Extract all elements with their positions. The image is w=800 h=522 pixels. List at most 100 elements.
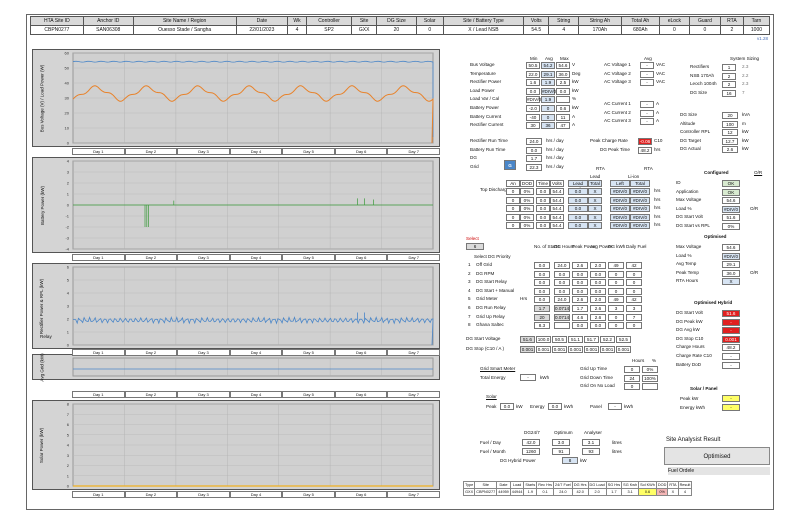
stats-unit: % [572,96,577,102]
day-label: Day 1 [72,148,125,155]
discharge-cell: 0.0 [568,222,588,230]
stats-value: 11 [556,113,570,121]
peak-charge-unit: C10 [654,138,663,143]
configured-value: 0% [722,223,740,230]
discharge-unit: hrs [654,222,661,228]
header-value: 0 [415,25,444,35]
optimised-label: Load % [676,252,692,258]
dg-priority-cell: 0.0 [554,279,570,287]
discharge-col-header: Total [588,180,602,187]
discharge-cell: #DIV/0 [610,188,630,195]
solar-power-panel: Solar Power (kW) 8 7 6 5 4 3 2 1 0 [32,400,440,490]
dg-stop-cell: 0.001 [520,346,535,353]
discharge-cell: X [588,188,602,195]
hybrid-value: 48.2 [722,344,740,352]
run-time-unit: hrs / day [546,138,564,143]
dg-priority-cell: 0.0 [572,287,588,295]
stats-value: -40 [526,113,540,121]
relay-side-label: Relay [40,334,52,339]
stats-value: #DIV/0 [526,96,542,104]
discharge-col-header: DOD [520,180,534,187]
ac-label: AC Voltage 2 [604,70,631,76]
solar-power-ytick: 4 [67,443,70,448]
solar-power-ytick: 8 [67,402,70,407]
dg-unit: kW [742,129,749,135]
dg-priority-cell: 0.0 [554,270,570,278]
discharge-cell: 0.0 [568,213,588,221]
grid-pct [642,383,658,391]
discharge-cell: 0 [506,213,520,221]
bus-voltage-panel: Bus Voltage (V) / Load Power (W) 60 50 40 3… [32,49,440,147]
grid-pct: 100% [642,374,658,382]
configured-label: ID [676,180,681,185]
battery-power-ytick: -4 [65,247,69,252]
dg-priority-cell: 4.6 [572,313,588,321]
day-label: Day 4 [229,148,283,155]
stats-value: 0 [541,113,555,121]
battery-power-ytick: -1 [65,214,69,219]
stats-value: 36 [541,122,555,130]
dg-start-voltage-cell: 50.5 [552,336,567,343]
dg-stop-cell: 0.001 [584,346,599,353]
day-label: Day 6 [334,148,388,155]
dg-hybrid-unit: kW [580,458,587,463]
solar-panel-label: Panel [590,404,602,409]
dg-priority-label: DG RPM [476,270,495,276]
configured-label: DG Start Volt [676,214,703,220]
discharge-cell: 0 [506,188,520,195]
dg-unit: kW [742,137,749,143]
discharge-col-header: Total [630,180,650,187]
stats-value: #DIV/0 [541,87,557,95]
optimised-value: #DIV/0 [722,252,740,260]
google-icon: G [504,160,516,170]
optimised-label: Avg Temp [676,261,697,267]
discharge-cell: 54.4 [550,213,564,221]
dg-unit: kW [742,146,749,152]
dg-priority-cell: 0 [626,322,642,330]
footer-col-header: Type [462,481,476,489]
solar-power-ytick: 1 [67,473,70,478]
day-label: Day 1 [72,349,125,356]
footer-col-header: DG Load [587,481,607,489]
dg-stop-cell: 0.001 [552,346,567,353]
ac-value: - [640,101,654,108]
discharge-cell: 0.0 [568,188,588,195]
day-label: Day 2 [124,254,178,261]
solar-panel-title: Solar / Panel [690,386,718,391]
footer-value: 0.6 [638,488,657,496]
dg-label: DG Size [680,112,698,117]
configured-tag: O/R [754,170,763,175]
header-label: Guard [688,16,721,26]
day-label: Day 5 [282,349,335,356]
discharge-cell: 54.4 [550,196,564,204]
hybrid-value: - [722,353,740,360]
dg-start-voltage-cell: 100.0 [536,336,551,343]
dg-priority-cell: 0.0 [534,279,550,287]
optimised-value: X [722,278,740,286]
header-label: Wk [287,16,307,26]
dg-priority-num: 5 [468,296,471,302]
dg-hybrid-label: DG Hybrid Power [500,458,536,463]
configured-value: OK [722,188,740,196]
run-time-value: 24.0 [526,138,542,145]
footer-value: CBPN0277 [474,488,498,496]
solar-power-ylabel: Solar Power (kW) [39,427,45,463]
discharge-cell: X [588,196,602,204]
solar-energy-label: Energy [530,404,545,409]
sizing-extra: 2.3 [742,64,749,69]
optimised-label: Peak Temp [676,269,699,275]
stats-value: 1.6 [526,79,540,87]
dg-priority-label: DG Run Relay [476,305,506,310]
fuel-col-header: Analyser [584,430,602,435]
dg-stop-cell: 0.001 [600,346,615,353]
hybrid-value: - [722,327,740,335]
dg-priority-cell: 0.0 [534,262,550,269]
optimised-title: Optimised [704,234,727,239]
stats-value: -2.0 [526,105,540,112]
stats-unit: A [572,113,576,119]
stats-row-label: Load Var / Cal [470,96,500,102]
rectifier-power-ytick: 2 [67,317,70,322]
stats-value: 30 [526,122,540,130]
rectifier-power-ytick: 3 [67,304,70,309]
footer-value: 0% [655,488,669,496]
